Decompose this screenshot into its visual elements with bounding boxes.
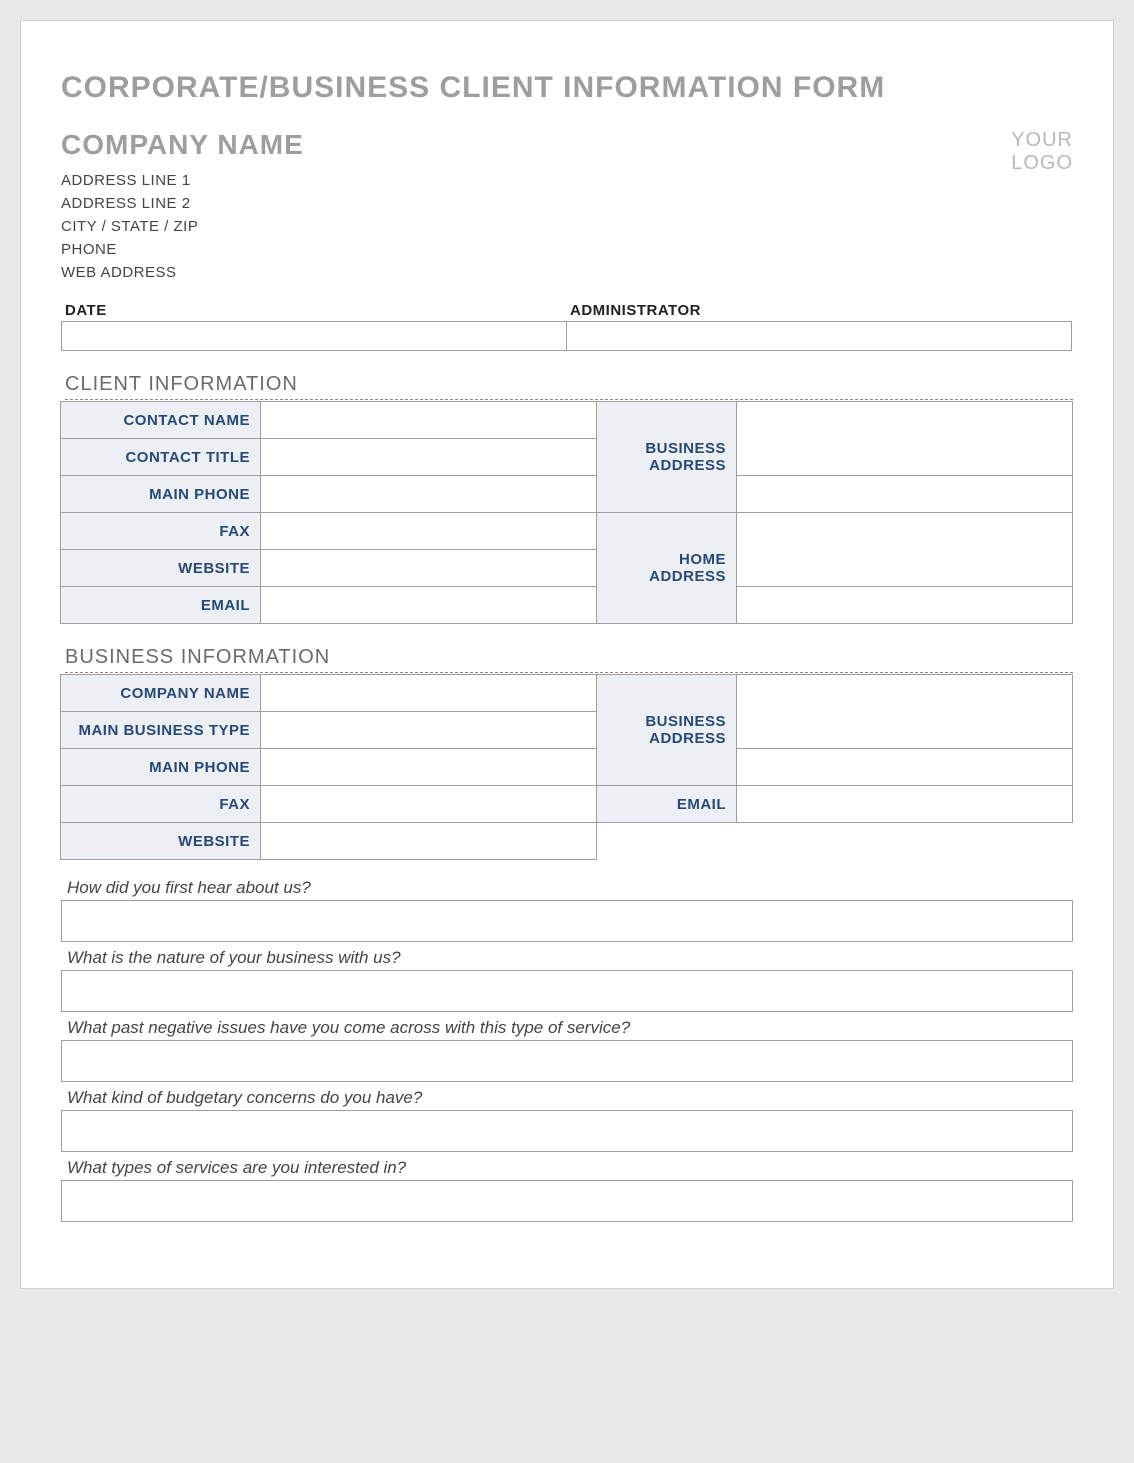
- question-5-text: What types of services are you intereste…: [67, 1158, 1073, 1178]
- business-info-grid: COMPANY NAME MAIN BUSINESS TYPE MAIN PHO…: [61, 675, 1073, 860]
- company-name: COMPANY NAME: [61, 129, 304, 161]
- date-admin-row: DATE ADMINISTRATOR: [61, 300, 1073, 351]
- input-b-website[interactable]: [260, 822, 597, 860]
- label-fax: FAX: [60, 512, 261, 550]
- client-info-grid: CONTACT NAME CONTACT TITLE MAIN PHONE FA…: [61, 402, 1073, 624]
- input-contact-title[interactable]: [260, 438, 597, 476]
- section-business-info: BUSINESS INFORMATION: [65, 646, 1073, 673]
- input-website[interactable]: [260, 549, 597, 587]
- address-phone: PHONE: [61, 238, 304, 261]
- label-b-main-type: MAIN BUSINESS TYPE: [60, 711, 261, 749]
- input-main-phone[interactable]: [260, 475, 597, 513]
- question-3-text: What past negative issues have you come …: [67, 1018, 1073, 1038]
- question-5-input[interactable]: [61, 1180, 1073, 1222]
- input-home-address-1[interactable]: [736, 512, 1073, 587]
- administrator-input[interactable]: [566, 321, 1072, 351]
- label-b-website: WEBSITE: [60, 822, 261, 860]
- question-2-text: What is the nature of your business with…: [67, 948, 1073, 968]
- section-client-info: CLIENT INFORMATION: [65, 373, 1073, 400]
- header-row: COMPANY NAME ADDRESS LINE 1 ADDRESS LINE…: [61, 129, 1073, 284]
- question-1-text: How did you first hear about us?: [67, 878, 1073, 898]
- label-b-email: EMAIL: [596, 785, 737, 823]
- input-b-company-name[interactable]: [260, 674, 597, 712]
- logo-placeholder: YOUR LOGO: [1011, 129, 1073, 175]
- question-4-input[interactable]: [61, 1110, 1073, 1152]
- input-b-main-phone[interactable]: [260, 748, 597, 786]
- question-3-block: What past negative issues have you come …: [61, 1018, 1073, 1082]
- question-5-block: What types of services are you intereste…: [61, 1158, 1073, 1222]
- company-address-lines: ADDRESS LINE 1 ADDRESS LINE 2 CITY / STA…: [61, 169, 304, 284]
- question-4-text: What kind of budgetary concerns do you h…: [67, 1088, 1073, 1108]
- document-page: CORPORATE/BUSINESS CLIENT INFORMATION FO…: [20, 20, 1114, 1289]
- question-3-input[interactable]: [61, 1040, 1073, 1082]
- input-b-fax[interactable]: [260, 785, 597, 823]
- date-input[interactable]: [61, 321, 567, 351]
- input-email[interactable]: [260, 586, 597, 624]
- label-main-phone: MAIN PHONE: [60, 475, 261, 513]
- input-b-main-type[interactable]: [260, 711, 597, 749]
- input-b-email[interactable]: [736, 785, 1073, 823]
- label-contact-name: CONTACT NAME: [60, 401, 261, 439]
- company-block: COMPANY NAME ADDRESS LINE 1 ADDRESS LINE…: [61, 129, 304, 284]
- question-1-block: How did you first hear about us?: [61, 878, 1073, 942]
- input-contact-name[interactable]: [260, 401, 597, 439]
- input-business-address-2[interactable]: [736, 475, 1073, 513]
- question-2-block: What is the nature of your business with…: [61, 948, 1073, 1012]
- input-business-address-1[interactable]: [736, 401, 1073, 476]
- input-fax[interactable]: [260, 512, 597, 550]
- input-home-address-2[interactable]: [736, 586, 1073, 624]
- label-b-business-address: BUSINESS ADDRESS: [596, 674, 737, 786]
- input-b-business-address-2[interactable]: [736, 748, 1073, 786]
- logo-line-1: YOUR: [1011, 129, 1073, 152]
- label-b-fax: FAX: [60, 785, 261, 823]
- address-city-state-zip: CITY / STATE / ZIP: [61, 215, 304, 238]
- label-business-address: BUSINESS ADDRESS: [596, 401, 737, 513]
- label-website: WEBSITE: [60, 549, 261, 587]
- input-b-business-address-1[interactable]: [736, 674, 1073, 749]
- date-label: DATE: [61, 300, 567, 321]
- administrator-label: ADMINISTRATOR: [566, 300, 1073, 321]
- question-2-input[interactable]: [61, 970, 1073, 1012]
- label-b-company-name: COMPANY NAME: [60, 674, 261, 712]
- address-line-1: ADDRESS LINE 1: [61, 169, 304, 192]
- address-line-2: ADDRESS LINE 2: [61, 192, 304, 215]
- question-1-input[interactable]: [61, 900, 1073, 942]
- logo-line-2: LOGO: [1011, 152, 1073, 175]
- label-b-main-phone: MAIN PHONE: [60, 748, 261, 786]
- form-title: CORPORATE/BUSINESS CLIENT INFORMATION FO…: [61, 71, 1073, 105]
- label-email: EMAIL: [60, 586, 261, 624]
- label-contact-title: CONTACT TITLE: [60, 438, 261, 476]
- address-web: WEB ADDRESS: [61, 261, 304, 284]
- label-home-address: HOME ADDRESS: [596, 512, 737, 624]
- question-4-block: What kind of budgetary concerns do you h…: [61, 1088, 1073, 1152]
